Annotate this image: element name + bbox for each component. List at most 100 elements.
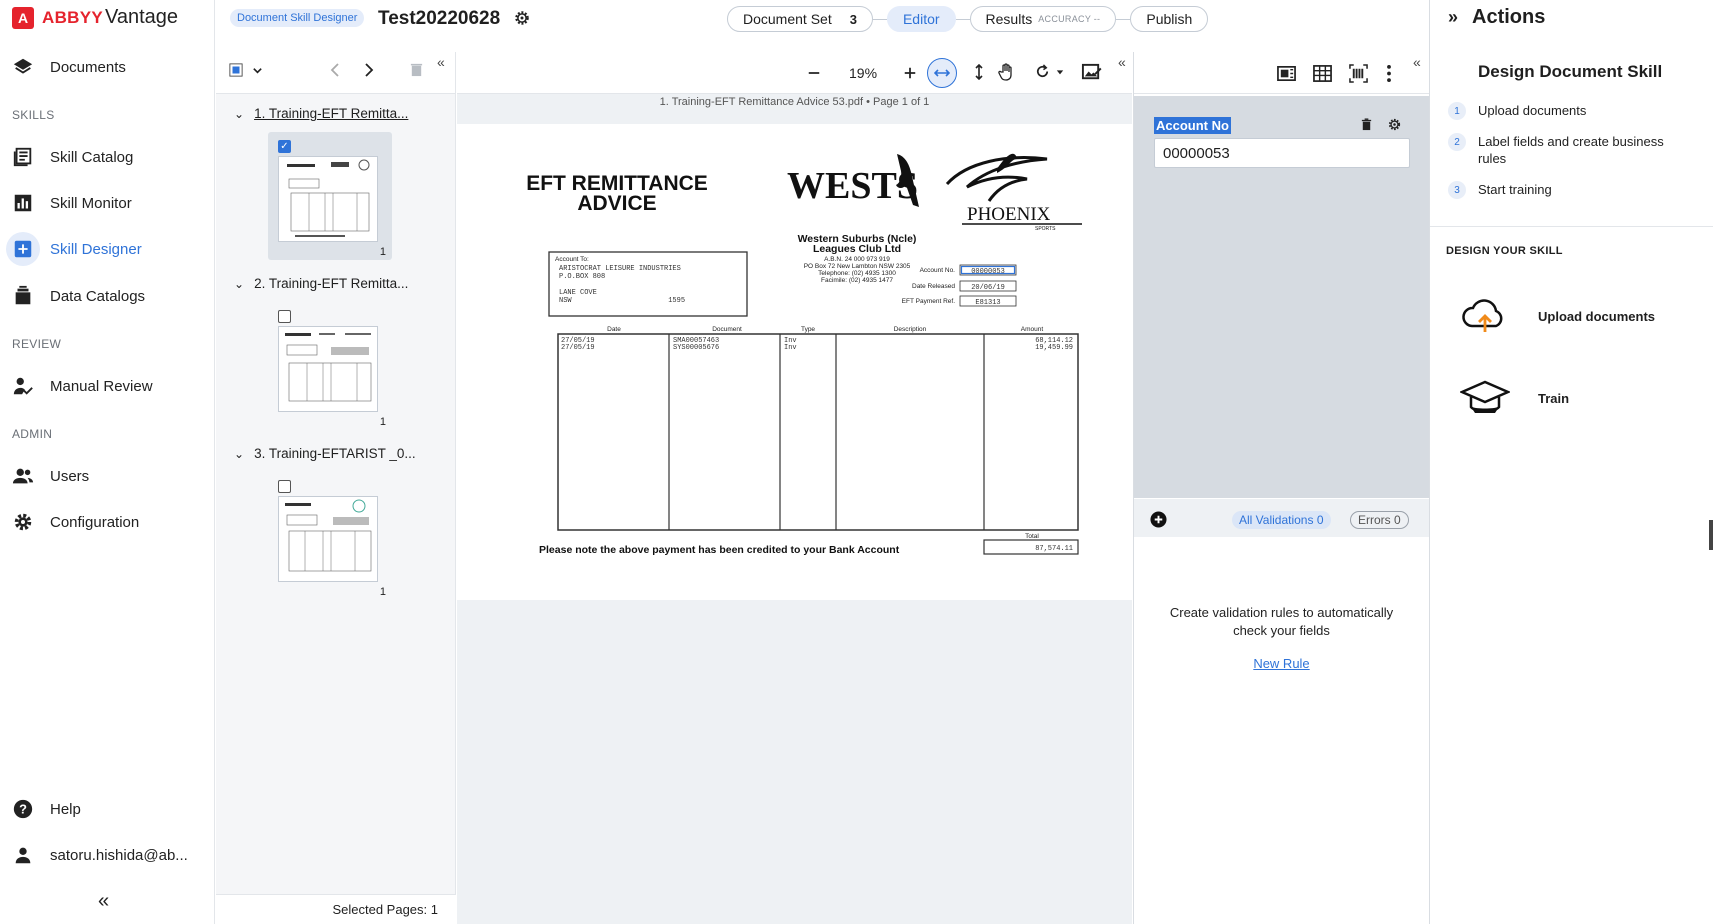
col-description: Description <box>894 326 927 333</box>
chevron-down-icon[interactable] <box>252 65 263 76</box>
errors-filter[interactable]: Errors 0 <box>1350 511 1409 529</box>
nav-configuration[interactable]: Configuration <box>12 506 139 538</box>
barcode-icon[interactable] <box>1349 64 1368 83</box>
brand-product: Vantage <box>105 6 179 28</box>
page-thumbnail[interactable]: 1 <box>268 472 392 600</box>
collapse-sidebar-icon[interactable]: « <box>98 890 109 913</box>
nav-skill-designer[interactable]: Skill Designer <box>6 232 142 266</box>
project-settings-gear-icon[interactable] <box>513 9 531 27</box>
expand-actions-icon[interactable]: » <box>1448 7 1458 28</box>
nav-skill-catalog-label: Skill Catalog <box>50 148 134 166</box>
train-action[interactable]: Train <box>1460 378 1569 418</box>
delete-icon[interactable] <box>409 62 424 77</box>
document-set-count: 3 <box>849 11 857 27</box>
page-thumbnail[interactable]: 1 <box>268 302 392 430</box>
nav-data-catalogs[interactable]: Data Catalogs <box>12 280 145 312</box>
nav-skill-monitor-label: Skill Monitor <box>50 194 132 212</box>
col-type: Type <box>801 326 815 333</box>
step-connector <box>955 18 970 20</box>
nav-skill-catalog[interactable]: Skill Catalog <box>12 141 133 173</box>
chevron-left-icon[interactable] <box>328 62 344 78</box>
page-thumbnail[interactable]: ✓ 1 <box>268 132 392 260</box>
nav-users[interactable]: Users <box>12 460 89 492</box>
company-address: PO Box 72 New Lambton NSW 2305 <box>804 263 911 270</box>
step-editor[interactable]: Editor <box>886 6 956 32</box>
select-all-checkbox[interactable] <box>229 63 243 77</box>
all-validations-filter[interactable]: All Validations 0 <box>1232 511 1331 529</box>
action-step: 3 Start training <box>1448 181 1688 199</box>
abbyy-logo-icon: A <box>12 6 34 29</box>
scrollbar[interactable] <box>1709 520 1713 550</box>
nav-manual-review[interactable]: Manual Review <box>12 370 153 402</box>
page-checkbox[interactable] <box>278 310 291 323</box>
rotate-dropdown-icon[interactable] <box>1056 68 1064 76</box>
step-document-set-label: Document Set <box>743 11 832 27</box>
step-document-set[interactable]: Document Set 3 <box>727 6 873 32</box>
chevron-right-icon[interactable] <box>360 62 376 78</box>
meta-label-date: Date Released <box>912 283 955 290</box>
row2-amount: 19,459.99 <box>1035 344 1073 352</box>
new-rule-link[interactable]: New Rule <box>1134 656 1429 671</box>
upload-documents-action[interactable]: Upload documents <box>1460 296 1655 336</box>
fields-toolbar: « <box>1134 52 1429 94</box>
chevron-down-icon[interactable]: ⌄ <box>234 447 244 461</box>
document-page-render: EFT REMITTANCE ADVICE WESTS PHOENIX SPOR… <box>526 153 1082 556</box>
col-date: Date <box>607 326 621 333</box>
viewer-toolbar: 19% « <box>457 52 1132 94</box>
zoom-in-icon[interactable] <box>903 66 917 80</box>
fit-height-icon[interactable] <box>971 64 987 80</box>
account-to-label: Account To: <box>555 256 589 263</box>
nav-documents[interactable]: Documents <box>12 51 126 83</box>
step-results[interactable]: Results ACCURACY -- <box>969 6 1117 32</box>
chevron-down-icon[interactable]: ⌄ <box>234 277 244 291</box>
doc-title-line2: ADVICE <box>577 192 656 215</box>
page-checkbox[interactable]: ✓ <box>278 140 291 153</box>
layout-view-icon[interactable] <box>1277 64 1296 83</box>
pan-hand-icon[interactable] <box>997 62 1017 82</box>
rotate-icon[interactable] <box>1034 63 1051 80</box>
data-catalog-icon <box>12 285 34 307</box>
workflow-stepper: Document Set 3 Editor Results ACCURACY -… <box>727 6 1209 32</box>
nav-user-account[interactable]: satoru.hishida@ab... <box>12 839 188 871</box>
nav-data-catalogs-label: Data Catalogs <box>50 287 146 305</box>
zoom-level[interactable]: 19% <box>849 65 877 81</box>
collapse-viewer-icon[interactable]: « <box>1118 54 1126 70</box>
image-edit-icon[interactable] <box>1081 62 1102 83</box>
validation-bar: All Validations 0 Errors 0 <box>1134 499 1429 539</box>
account-to-line4: LANE COVE <box>559 289 597 297</box>
document-title[interactable]: ⌄ 3. Training-EFTARIST _0... <box>234 446 416 461</box>
page-preview <box>278 326 378 412</box>
zoom-out-icon[interactable] <box>807 66 821 80</box>
table-icon[interactable] <box>1313 64 1332 83</box>
document-name: 2. Training-EFT Remitta... <box>254 276 409 291</box>
top-bar: Document Skill Designer Test20220628 Doc… <box>215 0 1428 52</box>
fields-panel: « Account No All Validations 0 Errors 0 … <box>1133 52 1429 924</box>
delete-field-icon[interactable] <box>1360 118 1373 131</box>
line-items-table <box>557 333 1079 531</box>
action-step: 1 Upload documents <box>1448 102 1688 120</box>
field-label[interactable]: Account No <box>1154 117 1231 134</box>
fit-width-icon[interactable] <box>927 58 957 88</box>
nav-skill-designer-label: Skill Designer <box>50 240 142 258</box>
add-rule-icon[interactable] <box>1150 511 1167 528</box>
document-title[interactable]: ⌄ 1. Training-EFT Remitta... <box>234 106 408 121</box>
skill-type-badge: Document Skill Designer <box>230 9 365 27</box>
step-publish[interactable]: Publish <box>1130 6 1209 32</box>
company-line2: Leagues Club Ltd <box>813 243 901 255</box>
nav-skill-monitor[interactable]: Skill Monitor <box>12 187 132 219</box>
page-checkbox[interactable] <box>278 480 291 493</box>
app-logo[interactable]: A ABBYY Vantage <box>12 6 178 29</box>
collapse-fields-icon[interactable]: « <box>1413 54 1421 70</box>
nav-documents-label: Documents <box>50 58 126 76</box>
document-name: 3. Training-EFTARIST _0... <box>254 446 416 461</box>
field-value-input[interactable] <box>1154 138 1410 168</box>
nav-help[interactable]: ? Help <box>12 793 81 825</box>
chevron-down-icon[interactable]: ⌄ <box>234 107 244 121</box>
brand-name: ABBYY <box>42 7 104 27</box>
company-fax: Facimile: (02) 4935 1477 <box>821 277 893 284</box>
collapse-pages-icon[interactable]: « <box>437 54 445 70</box>
train-label: Train <box>1538 390 1570 406</box>
field-settings-gear-icon[interactable] <box>1387 117 1402 132</box>
document-title[interactable]: ⌄ 2. Training-EFT Remitta... <box>234 276 408 291</box>
more-vertical-icon[interactable] <box>1386 64 1392 83</box>
